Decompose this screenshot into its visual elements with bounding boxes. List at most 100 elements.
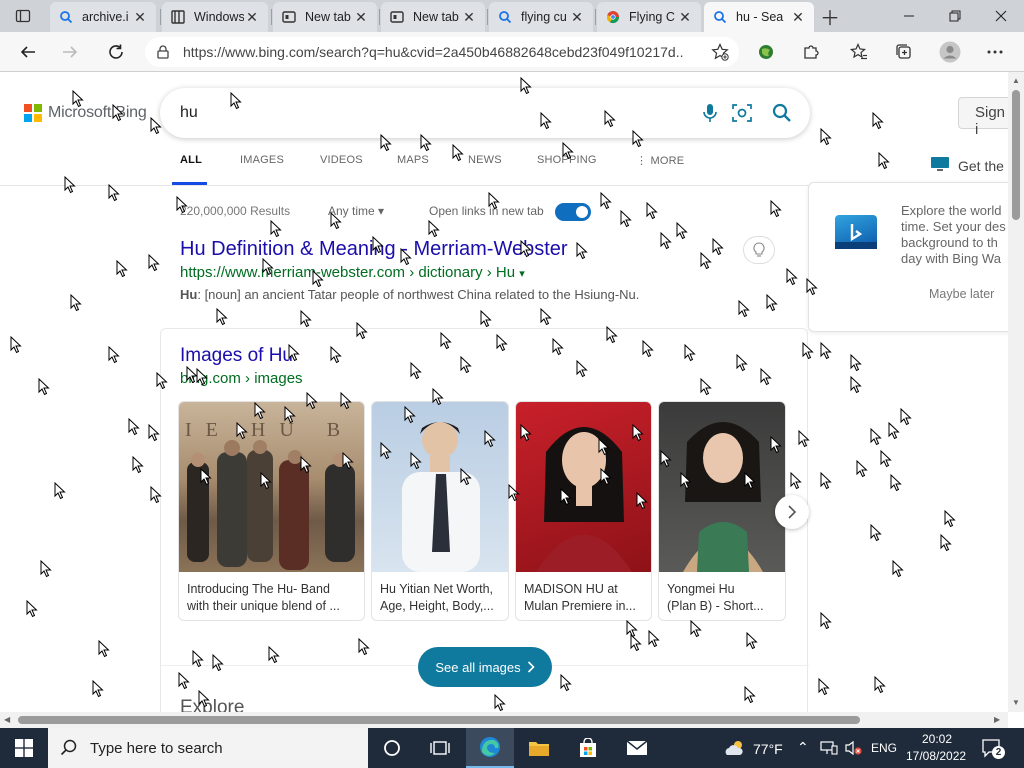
image-result-0[interactable]: IE HU B Introducing The Hu- Band with the… <box>178 401 365 621</box>
scroll-down-icon[interactable]: ▼ <box>1012 698 1020 707</box>
vertical-scroll-thumb[interactable] <box>1012 90 1020 220</box>
extensions-button[interactable] <box>795 36 827 68</box>
address-bar[interactable]: https://www.bing.com/search?q=hu&cvid=2a… <box>145 37 739 67</box>
back-arrow-icon <box>20 46 35 58</box>
lightbulb-button[interactable] <box>743 236 775 264</box>
vertical-dots-icon: ⋮ <box>636 155 651 167</box>
horizontal-scrollbar[interactable]: ◀ ▶ <box>0 712 1008 728</box>
edge-icon <box>480 737 500 757</box>
scroll-right-icon[interactable]: ▶ <box>994 715 1000 724</box>
mouse-pointer-icon <box>700 252 712 270</box>
close-tab-icon[interactable]: ✕ <box>790 9 806 25</box>
chevron-up-icon[interactable]: ⌃ <box>797 739 809 756</box>
promo-text: Explore the world time. Set your des bac… <box>901 203 1008 267</box>
scope-videos[interactable]: VIDEOS <box>320 154 363 166</box>
tab-4[interactable]: flying cu ✕ <box>489 2 593 32</box>
close-tab-icon[interactable]: ✕ <box>569 9 585 25</box>
search-box[interactable]: hu <box>160 88 810 138</box>
weather-widget[interactable] <box>720 728 750 768</box>
scroll-left-icon[interactable]: ◀ <box>4 715 10 724</box>
weather-temperature[interactable]: 77°F <box>753 741 783 757</box>
minimize-icon <box>904 15 914 17</box>
sign-in-button[interactable]: Sign i <box>958 97 1008 138</box>
image-result-3[interactable]: Yongmei Hu (Plan B) - Short... <box>658 401 786 621</box>
close-window-button[interactable] <box>978 0 1024 32</box>
close-tab-icon[interactable]: ✕ <box>353 9 369 25</box>
next-images-button[interactable] <box>775 495 809 529</box>
collections-button[interactable] <box>888 36 920 68</box>
cortana-button[interactable] <box>368 728 416 768</box>
taskbar-search-placeholder: Type here to search <box>90 739 223 757</box>
refresh-button[interactable] <box>100 36 132 68</box>
mouse-pointer-icon <box>576 242 588 260</box>
task-view-icon <box>430 741 450 755</box>
language-indicator[interactable]: ENG <box>871 741 897 755</box>
mouse-pointer-icon <box>212 654 224 672</box>
taskbar-search-box[interactable]: Type here to search <box>48 728 368 768</box>
forward-button[interactable] <box>54 36 86 68</box>
microphone-icon[interactable] <box>698 101 722 125</box>
volume-muted-icon[interactable] <box>845 740 863 761</box>
start-button[interactable] <box>0 728 48 768</box>
open-links-toggle[interactable] <box>555 203 591 221</box>
tab-6-active[interactable]: hu - Sea ✕ <box>704 2 814 32</box>
store-button[interactable] <box>564 728 612 768</box>
search-input[interactable]: hu <box>180 104 198 122</box>
scope-more-label: MORE <box>650 155 685 167</box>
scroll-up-icon[interactable]: ▲ <box>1012 76 1020 85</box>
tab-2[interactable]: New tab ✕ <box>273 2 377 32</box>
bing-results-page: Microsoft Bing hu Sign i ALL IMAGES VIDE… <box>0 72 1008 712</box>
clock-date[interactable]: 17/08/2022 <box>906 749 966 763</box>
chevron-right-icon <box>527 661 535 673</box>
favorites-button[interactable] <box>843 36 875 68</box>
settings-menu-button[interactable] <box>979 36 1011 68</box>
notifications-button[interactable]: 2 <box>981 738 1005 763</box>
maybe-later-link[interactable]: Maybe later <box>929 287 994 301</box>
close-tab-icon[interactable]: ✕ <box>461 9 477 25</box>
tab-actions-button[interactable] <box>0 0 46 32</box>
network-icon[interactable] <box>820 741 838 760</box>
result-url[interactable]: https://www.merriam-webster.com › dictio… <box>180 264 525 281</box>
minimize-button[interactable] <box>886 0 932 32</box>
get-app-promo[interactable]: Get the <box>930 156 1004 175</box>
scope-more[interactable]: ⋮ MORE <box>636 154 684 167</box>
extension-button[interactable] <box>750 36 782 68</box>
scope-images[interactable]: IMAGES <box>240 154 284 166</box>
tab-3[interactable]: New tab ✕ <box>381 2 485 32</box>
mail-button[interactable] <box>613 728 661 768</box>
close-tab-icon[interactable]: ✕ <box>244 9 260 25</box>
tab-0[interactable]: archive.i ✕ <box>50 2 156 32</box>
page-icon <box>170 9 186 25</box>
file-explorer-button[interactable] <box>515 728 563 768</box>
vertical-scrollbar[interactable]: ▲ ▼ <box>1008 72 1024 712</box>
images-title-link[interactable]: Images of Hu <box>180 345 293 367</box>
new-tab-button[interactable]: ＋ <box>816 4 844 30</box>
mouse-pointer-icon <box>380 442 392 460</box>
add-favorite-icon[interactable] <box>711 43 729 66</box>
search-icon[interactable] <box>770 101 794 125</box>
mouse-pointer-icon <box>372 236 384 254</box>
microsoft-logo-icon <box>24 104 42 122</box>
tab-5[interactable]: Flying C ✕ <box>597 2 701 32</box>
clock-time[interactable]: 20:02 <box>922 732 952 746</box>
profile-button[interactable] <box>934 36 966 68</box>
visual-search-icon[interactable] <box>730 101 754 125</box>
tab-1[interactable]: Windows ✕ <box>162 2 268 32</box>
search-icon <box>497 9 513 25</box>
store-bag-icon <box>580 738 596 757</box>
mouse-pointer-icon <box>520 424 532 442</box>
task-view-button[interactable] <box>416 728 464 768</box>
scope-all[interactable]: ALL <box>180 154 202 166</box>
horizontal-scroll-thumb[interactable] <box>18 716 860 724</box>
mail-icon <box>626 740 648 755</box>
active-scope-underline <box>172 182 207 185</box>
edge-taskbar-button[interactable] <box>466 728 514 768</box>
back-button[interactable] <box>12 36 44 68</box>
scope-maps[interactable]: MAPS <box>397 154 429 166</box>
restore-button[interactable] <box>932 0 978 32</box>
scope-news[interactable]: NEWS <box>468 154 502 166</box>
microsoft-bing-logo[interactable]: Microsoft Bing <box>24 104 147 122</box>
close-tab-icon[interactable]: ✕ <box>677 9 693 25</box>
close-tab-icon[interactable]: ✕ <box>132 9 148 25</box>
see-all-images-button[interactable]: See all images <box>418 647 552 687</box>
